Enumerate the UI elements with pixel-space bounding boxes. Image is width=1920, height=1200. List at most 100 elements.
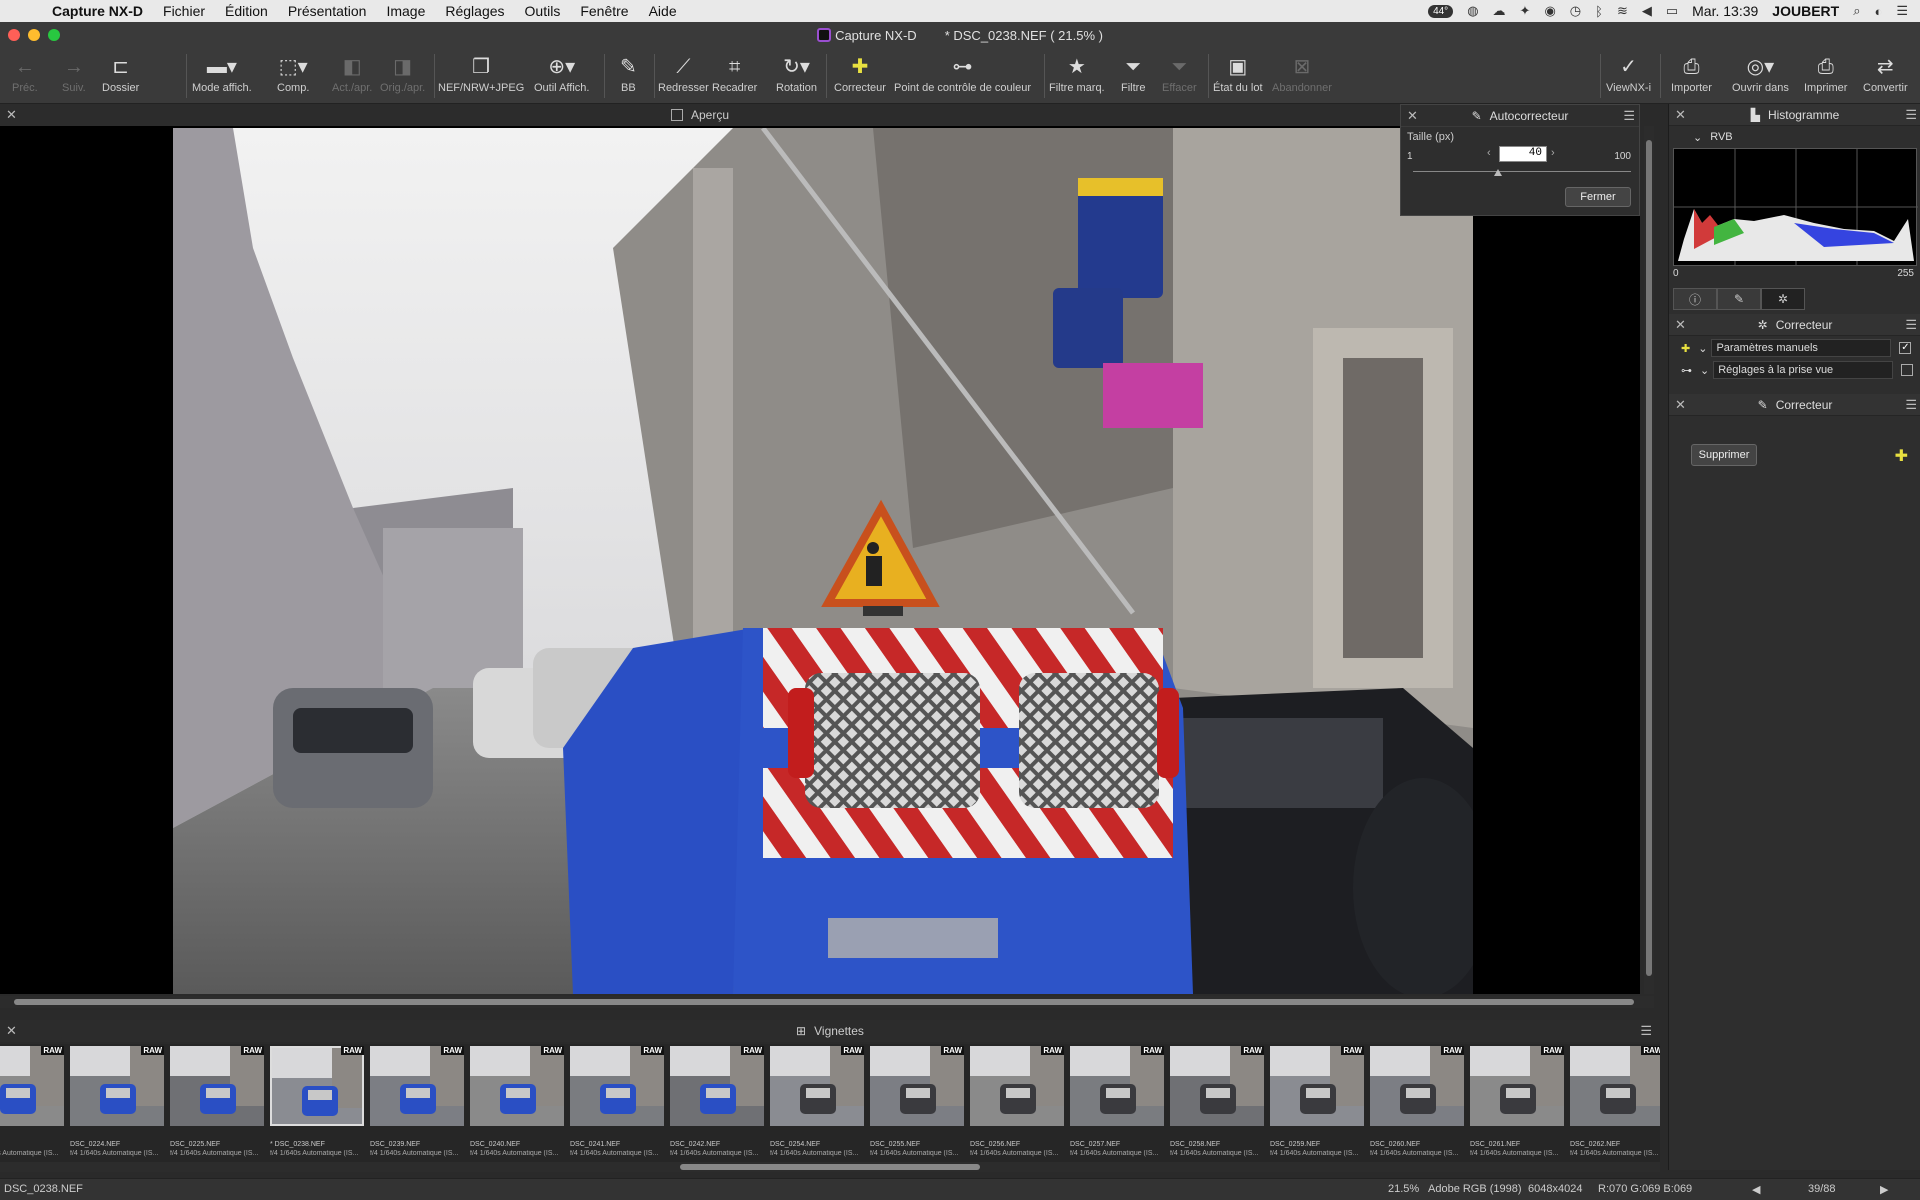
straighten-button[interactable]: ⟋ Redresser xyxy=(658,52,709,94)
corrector-menu-icon[interactable]: ☰ xyxy=(1905,317,1917,333)
clock[interactable]: Mar. 13:39 xyxy=(1692,3,1758,19)
tab-tools[interactable]: ✲ xyxy=(1761,288,1805,310)
size-slider-track[interactable] xyxy=(1413,171,1631,172)
thumbnail-item[interactable]: RAW DSC_0261.NEF f/4 1/640s Automatique (I… xyxy=(1468,1044,1566,1160)
bluetooth-icon[interactable]: ᛒ xyxy=(1595,4,1603,19)
thumbnails-close-icon[interactable]: ✕ xyxy=(6,1023,17,1039)
thumbnail-item[interactable]: RAW DSC_0259.NEF f/4 1/640s Automatique (I… xyxy=(1268,1044,1366,1160)
close-button[interactable]: Fermer xyxy=(1565,187,1631,207)
sync-icon[interactable]: ◉ xyxy=(1544,3,1555,19)
menu-presentation[interactable]: Présentation xyxy=(288,3,367,19)
size-slider-knob[interactable] xyxy=(1494,169,1503,176)
tools-icon[interactable]: ✦ xyxy=(1520,3,1531,19)
viewer-vertical-scrollbar[interactable] xyxy=(1644,126,1654,994)
orig-after-button[interactable]: ◨ Orig./apr. xyxy=(380,52,425,94)
thumbnail-scrollbar[interactable] xyxy=(0,1162,1660,1172)
next-button[interactable]: → Suiv. xyxy=(62,52,86,94)
thumbnail-item[interactable]: RAW DSC_0258.NEF f/4 1/640s Automatique (I… xyxy=(1168,1044,1266,1160)
image-viewer[interactable] xyxy=(0,126,1640,994)
histogram-menu-icon[interactable]: ☰ xyxy=(1905,107,1917,123)
color-control-point-button[interactable]: ⊶ Point de contrôle de couleur xyxy=(894,52,1031,94)
photo-preview[interactable] xyxy=(173,128,1473,994)
compare-button[interactable]: ⬚▾ Comp. xyxy=(277,52,309,94)
clear-filter-button[interactable]: ⏷ Effacer xyxy=(1162,52,1197,94)
viewnx-button[interactable]: ✓ ViewNX-i xyxy=(1606,52,1651,94)
battery-icon[interactable]: ▭ xyxy=(1666,3,1678,19)
rotation-button[interactable]: ↻▾ Rotation xyxy=(776,52,817,94)
menu-fichier[interactable]: Fichier xyxy=(163,3,205,19)
user-name[interactable]: JOUBERT xyxy=(1772,3,1839,19)
size-input[interactable]: 40 xyxy=(1499,146,1547,162)
filter-button[interactable]: ⏷ Filtre xyxy=(1121,52,1145,94)
size-decrement-icon[interactable]: ‹ xyxy=(1487,147,1491,159)
window-close-button[interactable] xyxy=(8,29,20,41)
preview-close-icon[interactable]: ✕ xyxy=(6,107,17,123)
thumbnail-item[interactable]: RAW DSC_0262.NEF f/4 1/640s Automatique (I… xyxy=(1568,1044,1660,1160)
thumbnails-menu-icon[interactable]: ☰ xyxy=(1640,1023,1652,1039)
import-button[interactable]: ⎙ Importer xyxy=(1671,52,1712,94)
spotlight-search-icon[interactable]: ⌕ xyxy=(1853,3,1860,19)
corrector-button[interactable]: ✚ Correcteur xyxy=(834,52,886,94)
open-in-button[interactable]: ◎▾ Ouvrir dans xyxy=(1732,52,1789,94)
thumbnail-item[interactable]: RAW DSC_0224.NEF f/4 1/640s Automatique (I… xyxy=(68,1044,166,1160)
thumbnail-item[interactable]: RAW DSC_0256.NEF f/4 1/640s Automatique (I… xyxy=(968,1044,1066,1160)
size-increment-icon[interactable]: › xyxy=(1551,147,1555,159)
batch-status-button[interactable]: ▣ État du lot xyxy=(1213,52,1263,94)
menu-outils[interactable]: Outils xyxy=(525,3,561,19)
viewer-horizontal-scrollbar[interactable] xyxy=(0,996,1654,1008)
autocorrector-close-icon[interactable]: ✕ xyxy=(1407,108,1418,124)
thumbnail-item[interactable]: RAW.NEFf/4 1/640s Automatique (IS... xyxy=(0,1044,66,1160)
thumbnail-item[interactable]: RAW DSC_0242.NEF f/4 1/640s Automatique (I… xyxy=(668,1044,766,1160)
window-zoom-button[interactable] xyxy=(48,29,60,41)
thumbnail-item[interactable]: RAW DSC_0257.NEF f/4 1/640s Automatique (I… xyxy=(1068,1044,1166,1160)
autocorrector-menu-icon[interactable]: ☰ xyxy=(1623,108,1635,124)
menu-image[interactable]: Image xyxy=(386,3,425,19)
thumbnail-item[interactable]: RAW DSC_0240.NEF f/4 1/640s Automatique (I… xyxy=(468,1044,566,1160)
thumbnail-item[interactable]: RAW DSC_0241.NEF f/4 1/640s Automatique (I… xyxy=(568,1044,666,1160)
status-prev-icon[interactable]: ◀ xyxy=(1752,1183,1760,1196)
thumbnail-strip[interactable]: RAW.NEFf/4 1/640s Automatique (IS...RAWD… xyxy=(0,1044,1660,1162)
menu-reglages[interactable]: Réglages xyxy=(445,3,504,19)
tab-info[interactable]: ⓘ xyxy=(1673,288,1717,310)
volume-icon[interactable]: ◀ xyxy=(1642,3,1652,19)
preview-checkbox[interactable] xyxy=(670,109,683,121)
corrector-sub-close-icon[interactable]: ✕ xyxy=(1675,397,1686,413)
window-minimize-button[interactable] xyxy=(28,29,40,41)
temperature-badge[interactable]: 44° xyxy=(1428,4,1454,18)
display-tool-button[interactable]: ⊕▾ Outil Affich. xyxy=(534,52,589,94)
histogram-close-icon[interactable]: ✕ xyxy=(1675,107,1686,123)
notification-center-icon[interactable]: ☰ xyxy=(1896,3,1908,19)
folder-button[interactable]: ⊏ Dossier xyxy=(102,52,139,94)
display-mode-button[interactable]: ▬▾ Mode affich. xyxy=(192,52,252,94)
siri-icon[interactable]: ◐ xyxy=(1874,4,1882,19)
white-balance-button[interactable]: ✎ BB xyxy=(620,52,637,94)
thumbnail-item[interactable]: RAW * DSC_0238.NEF f/4 1/640s Automatique … xyxy=(268,1044,366,1160)
manual-params-row[interactable]: ✚ ⌄ Paramètres manuels ✓ xyxy=(1673,338,1917,358)
bandage-icon[interactable]: ✚ xyxy=(1895,446,1908,466)
corrector-close-icon[interactable]: ✕ xyxy=(1675,317,1686,333)
abort-button[interactable]: ⊠ Abandonner xyxy=(1272,52,1332,94)
convert-button[interactable]: ⇄ Convertir xyxy=(1863,52,1908,94)
status-next-icon[interactable]: ▶ xyxy=(1880,1183,1888,1196)
cloud-icon[interactable]: ☁ xyxy=(1493,3,1506,19)
thumbnail-item[interactable]: RAW DSC_0225.NEF f/4 1/640s Automatique (I… xyxy=(168,1044,266,1160)
label-filter-button[interactable]: ★ Filtre marq. xyxy=(1049,52,1105,94)
menu-aide[interactable]: Aide xyxy=(649,3,677,19)
corrector-sub-menu-icon[interactable]: ☰ xyxy=(1905,397,1917,413)
menu-edition[interactable]: Édition xyxy=(225,3,268,19)
time-machine-icon[interactable]: ◷ xyxy=(1570,3,1581,19)
airdrop-icon[interactable]: ◍ xyxy=(1467,3,1478,19)
tab-adjust[interactable]: ✎ xyxy=(1717,288,1761,310)
thumbnail-item[interactable]: RAW DSC_0239.NEF f/4 1/640s Automatique (I… xyxy=(368,1044,466,1160)
thumbnail-item[interactable]: RAW DSC_0255.NEF f/4 1/640s Automatique (I… xyxy=(868,1044,966,1160)
print-button[interactable]: ⎙ Imprimer xyxy=(1804,52,1847,94)
thumbnail-item[interactable]: RAW DSC_0260.NEF f/4 1/640s Automatique (I… xyxy=(1368,1044,1466,1160)
menu-app-name[interactable]: Capture NX-D xyxy=(52,3,143,19)
delete-button[interactable]: Supprimer xyxy=(1691,444,1757,466)
thumbnail-item[interactable]: RAW DSC_0254.NEF f/4 1/640s Automatique (I… xyxy=(768,1044,866,1160)
shooting-settings-row[interactable]: ⊶ ⌄ Réglages à la prise vue xyxy=(1673,360,1917,380)
nef-jpeg-button[interactable]: ❐ NEF/NRW+JPEG xyxy=(438,52,524,94)
shooting-settings-checkbox[interactable] xyxy=(1901,364,1914,376)
manual-params-checkbox[interactable]: ✓ xyxy=(1899,342,1912,354)
menu-fenetre[interactable]: Fenêtre xyxy=(580,3,628,19)
